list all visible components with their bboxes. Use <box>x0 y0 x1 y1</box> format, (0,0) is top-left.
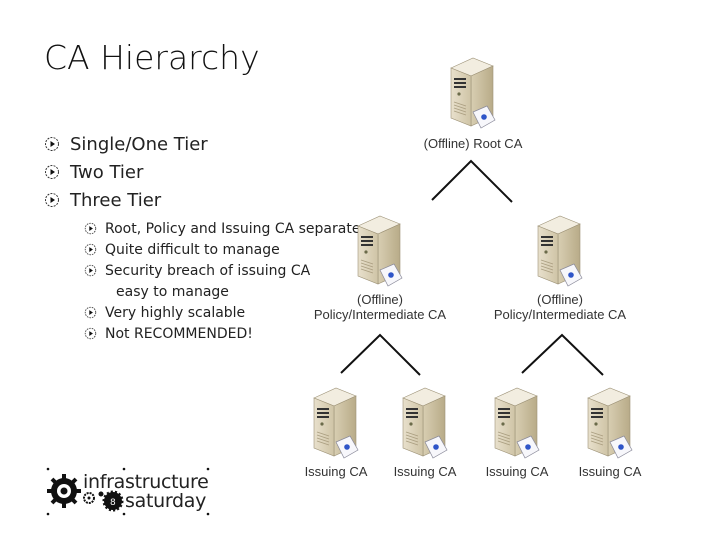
server-icon <box>350 212 410 292</box>
intermediate-ca-label-2: Policy/Intermediate CA <box>313 307 447 322</box>
root-ca-node: (Offline) Root CA <box>410 54 536 151</box>
issuing-ca-label: Issuing CA <box>578 464 642 479</box>
issuing-ca-node: Issuing CA <box>296 384 376 479</box>
connector-intermediate-2 <box>521 333 604 376</box>
server-icon <box>487 384 547 464</box>
intermediate-ca-node: (Offline) Policy/Intermediate CA <box>480 212 640 322</box>
server-icon <box>306 384 366 464</box>
logo-badge: 8 <box>110 498 116 508</box>
issuing-ca-node: Issuing CA <box>385 384 465 479</box>
connector-root <box>431 159 513 203</box>
connector-intermediate-1 <box>340 333 421 376</box>
issuing-ca-label: Issuing CA <box>393 464 457 479</box>
issuing-ca-label: Issuing CA <box>485 464 549 479</box>
server-icon <box>443 54 503 134</box>
server-icon <box>395 384 455 464</box>
issuing-ca-label: Issuing CA <box>304 464 368 479</box>
issuing-ca-node: Issuing CA <box>570 384 650 479</box>
root-ca-label: (Offline) Root CA <box>423 136 523 151</box>
infrastructure-saturday-logo: 8 infrastructure saturday <box>46 466 211 516</box>
server-icon <box>530 212 590 292</box>
intermediate-ca-label-2: Policy/Intermediate CA <box>493 307 627 322</box>
intermediate-ca-label-1: (Offline) <box>537 292 583 307</box>
issuing-ca-node: Issuing CA <box>477 384 557 479</box>
logo-line2: saturday <box>125 490 207 512</box>
intermediate-ca-label-1: (Offline) <box>357 292 403 307</box>
intermediate-ca-node: (Offline) Policy/Intermediate CA <box>300 212 460 322</box>
server-icon <box>580 384 640 464</box>
